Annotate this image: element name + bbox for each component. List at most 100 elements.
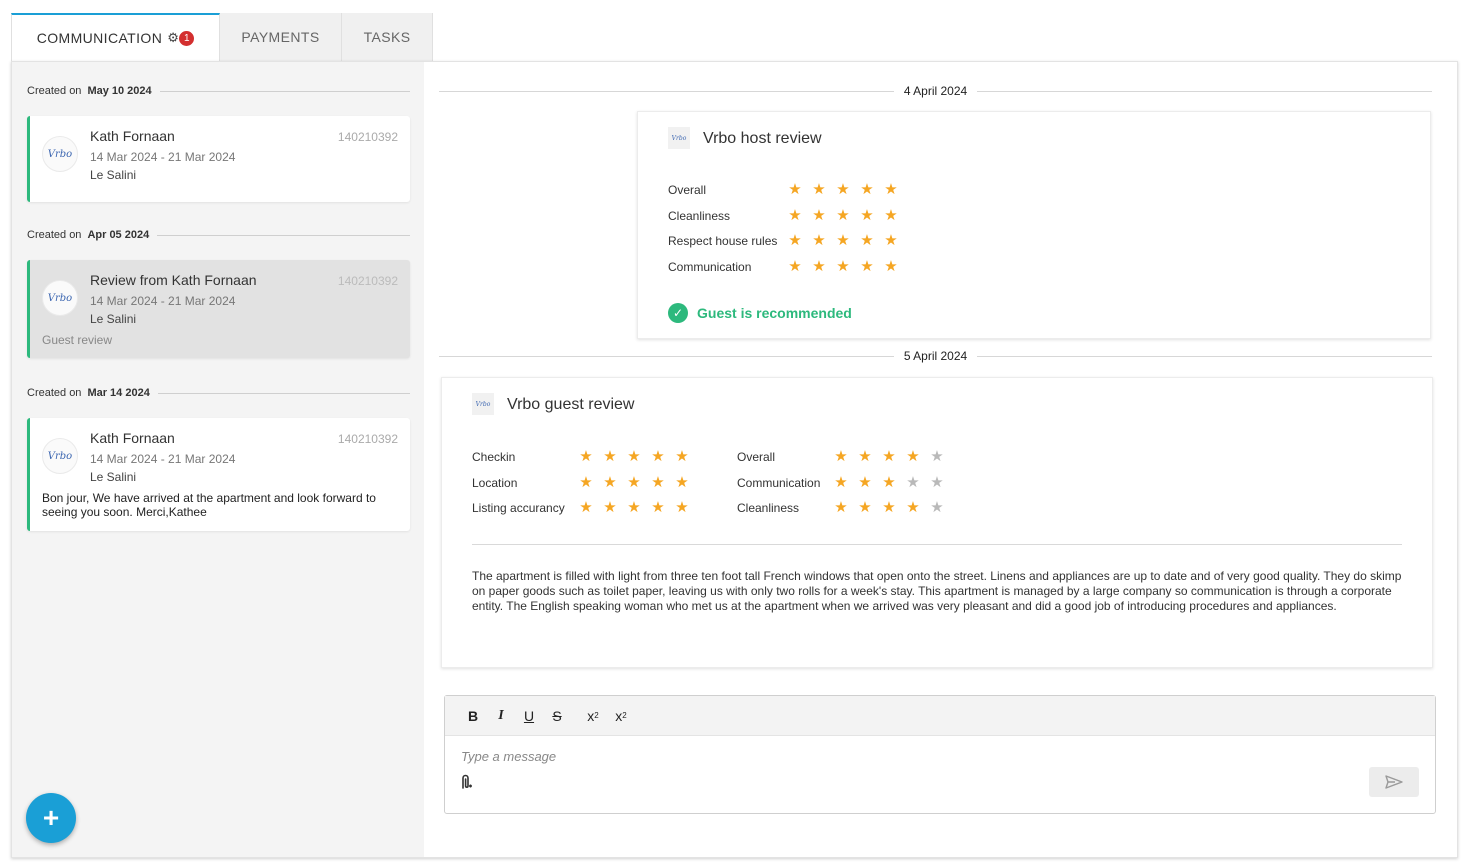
star-filled-icon: ★ [906,448,920,465]
star-filled-icon: ★ [836,207,850,224]
star-filled-icon: ★ [858,499,872,516]
bold-button[interactable]: B [459,704,487,728]
stay-dates: 14 Mar 2024 - 21 Mar 2024 [90,150,236,164]
star-rating: ★ ★ ★ ★ ★ [829,447,949,467]
star-filled-icon: ★ [906,499,920,516]
star-filled-icon: ★ [675,448,689,465]
subscript-mark: 2 [594,711,599,720]
recommended-text: Guest is recommended [697,305,852,321]
date-label: 4 April 2024 [903,84,968,98]
superscript-button[interactable]: x2 [607,704,635,728]
divider [157,234,410,236]
star-empty-icon: ★ [906,474,920,491]
star-filled-icon: ★ [603,474,617,491]
tab-communication[interactable]: COMMUNICATION ⚙ 1 [11,13,220,61]
rating-label: Communication [668,260,752,274]
star-filled-icon: ★ [834,499,848,516]
recommended-status: ✓ Guest is recommended [668,303,852,323]
star-filled-icon: ★ [860,232,874,249]
formatting-toolbar: B I U S x2 x2 [445,696,1435,736]
subscript-button[interactable]: x2 [579,704,607,728]
created-date: Mar 14 2024 [87,387,150,399]
guest-review-card: Vrbo Vrbo guest review Checkin ★ ★ ★ ★ ★ Loc… [441,377,1433,668]
conversation-card[interactable]: Vrbo Kath Fornaan 140210392 14 Mar 2024 … [27,418,410,531]
star-empty-icon: ★ [930,448,944,465]
star-filled-icon: ★ [884,181,898,198]
star-filled-icon: ★ [627,448,641,465]
tab-payments[interactable]: PAYMENTS [220,13,342,61]
star-filled-icon: ★ [675,499,689,516]
star-filled-icon: ★ [860,181,874,198]
paperclip-icon-svg [462,774,472,789]
star-rating: ★ ★ ★ ★ ★ [783,180,903,200]
guest-name: Kath Fornaan [90,430,175,446]
rating-label: Overall [737,450,776,464]
message-preview: Bon jour, We have arrived at the apartme… [42,491,376,519]
star-filled-icon: ★ [836,232,850,249]
add-conversation-button[interactable]: + [26,793,76,843]
star-filled-icon: ★ [627,474,641,491]
property-name: Le Salini [90,312,137,326]
star-rating: ★ ★ ★ ★ ★ [574,447,694,467]
conversation-card[interactable]: Vrbo Kath Fornaan 140210392 14 Mar 2024 … [27,116,410,202]
superscript-mark: 2 [622,711,627,720]
strikethrough-button[interactable]: S [543,704,571,728]
created-label: Created on [27,229,82,241]
star-filled-icon: ★ [603,448,617,465]
rating-label: Listing accurancy [472,501,565,515]
check-circle-icon: ✓ [668,303,688,323]
conversation-card-selected[interactable]: Vrbo Review from Kath Fornaan 140210392 … [27,260,410,358]
star-filled-icon: ★ [651,474,665,491]
vrbo-logo: Vrbo [472,393,494,415]
date-separator: 5 April 2024 [439,349,1433,363]
rating-label: Overall [668,183,707,197]
reservation-id: 140210392 [337,130,398,144]
star-filled-icon: ★ [651,499,665,516]
star-rating: ★ ★ ★ ★ ★ [574,473,694,493]
vrbo-logo: Vrbo [668,127,690,149]
rating-row: Checkin ★ ★ ★ ★ ★ [472,447,694,467]
rating-label: Respect house rules [668,234,778,248]
italic-button[interactable]: I [487,704,515,728]
review-text: The apartment is filled with light from … [472,569,1402,613]
paperclip-icon[interactable] [459,774,473,797]
rating-label: Cleanliness [737,501,800,515]
superscript-base: x [615,707,623,724]
communication-panel: Created on May 10 2024 Vrbo Kath Fornaan… [11,61,1458,858]
message-input[interactable] [461,749,1361,764]
star-rating: ★ ★ ★ ★ ★ [829,498,949,518]
star-filled-icon: ★ [884,232,898,249]
message-composer: B I U S x2 x2 [444,695,1436,814]
created-separator: Created on Apr 05 2024 [27,229,410,241]
tab-tasks[interactable]: TASKS [342,13,433,61]
gear-icon[interactable]: ⚙ [167,30,179,46]
divider [439,90,894,92]
star-filled-icon: ★ [884,258,898,275]
rating-label: Location [472,476,518,490]
send-icon [1385,775,1403,789]
star-filled-icon: ★ [579,474,593,491]
star-rating: ★ ★ ★ ★ ★ [829,473,949,493]
send-button[interactable] [1369,767,1419,797]
plus-icon: + [42,802,60,833]
star-filled-icon: ★ [675,474,689,491]
underline-button[interactable]: U [515,704,543,728]
star-rating: ★ ★ ★ ★ ★ [783,231,903,251]
vrbo-logo-avatar: Vrbo [42,136,78,172]
message-thread: 4 April 2024 Vrbo Vrbo host review Overa… [424,62,1457,857]
star-filled-icon: ★ [836,181,850,198]
star-filled-icon: ★ [651,448,665,465]
stay-dates: 14 Mar 2024 - 21 Mar 2024 [90,294,236,308]
star-filled-icon: ★ [882,499,896,516]
star-rating: ★ ★ ★ ★ ★ [783,257,903,277]
property-name: Le Salini [90,470,137,484]
created-label: Created on [27,85,82,97]
rating-row: Respect house rules ★ ★ ★ ★ ★ [668,231,903,251]
date-separator: 4 April 2024 [439,84,1433,98]
star-filled-icon: ★ [860,258,874,275]
star-filled-icon: ★ [860,207,874,224]
rating-row: Communication ★ ★ ★ ★ ★ [737,473,949,493]
rating-row: Listing accurancy ★ ★ ★ ★ ★ [472,498,694,518]
tab-tasks-label: TASKS [363,29,411,45]
star-filled-icon: ★ [834,474,848,491]
